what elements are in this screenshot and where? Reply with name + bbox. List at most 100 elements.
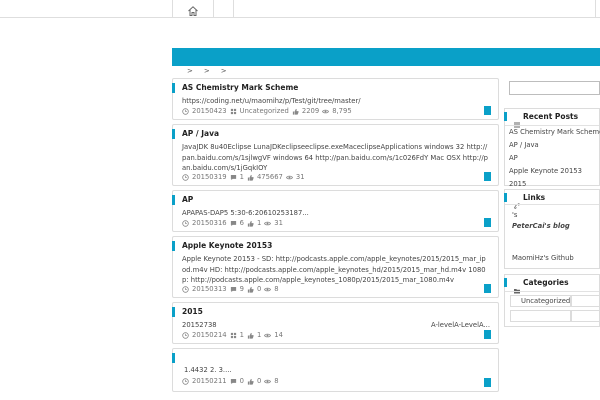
post-meta: 20150319 1 475667 31	[182, 173, 305, 181]
clock-icon	[182, 377, 189, 385]
post-likes: 475667	[256, 173, 283, 181]
nav-divider	[233, 0, 234, 17]
post-title[interactable]: 2015	[182, 307, 203, 316]
post-corner-tab[interactable]	[484, 218, 491, 227]
post-card: Apple Keynote 20153 Apple Keynote 20153 …	[172, 236, 499, 298]
post-views: 8	[274, 377, 279, 385]
breadcrumb-separator: >	[187, 67, 193, 75]
widget-accent-bar	[504, 278, 507, 287]
recent-post-link[interactable]: AP / Java	[509, 141, 539, 149]
category-icon	[230, 108, 237, 115]
breadcrumb: > > >	[187, 66, 227, 76]
top-nav-bar	[0, 0, 600, 18]
post-comments: 1	[239, 173, 244, 181]
post-date: 20150319	[192, 173, 227, 181]
link-item[interactable]: MaomiHz's Github	[512, 254, 574, 262]
recent-post-link[interactable]: AS Chemistry Mark Scheme	[509, 128, 600, 136]
recent-post-link[interactable]: 2015	[509, 180, 526, 188]
post-date: 20150423	[192, 107, 227, 115]
post-date: 20150214	[192, 331, 227, 339]
post-views: 8	[274, 285, 279, 293]
post-meta: 20150214 1 1 14	[182, 331, 283, 339]
category-item[interactable]: Uncategorized	[510, 295, 571, 307]
post-title[interactable]: AS Chemistry Mark Scheme	[182, 83, 298, 92]
link-item[interactable]: PeterCai's blog	[512, 222, 570, 230]
widget-title: Categories	[523, 278, 569, 287]
post-excerpt: 20152738	[182, 321, 217, 329]
recent-posts-list: AS Chemistry Mark Scheme AP / Java AP Ap…	[509, 126, 600, 191]
post-date: 20150211	[192, 377, 227, 385]
thumb-up-icon	[247, 286, 254, 293]
post-accent-bar	[172, 307, 175, 317]
thumb-up-icon	[247, 378, 254, 385]
clock-icon	[182, 331, 189, 339]
category-cell-empty	[510, 310, 571, 322]
clock-icon	[182, 219, 189, 227]
search-input[interactable]	[509, 81, 600, 95]
widget-title: Links	[523, 193, 546, 202]
home-icon[interactable]	[187, 2, 199, 16]
link-icon	[514, 194, 520, 209]
post-comments: 9	[239, 285, 244, 293]
eye-icon	[264, 286, 272, 293]
post-likes: 0	[256, 377, 262, 385]
list-icon	[514, 113, 520, 128]
post-excerpt: https://coding.net/u/maomihz/p/Test/git/…	[182, 97, 361, 105]
post-corner-tab[interactable]	[484, 330, 491, 339]
nav-divider	[213, 0, 214, 17]
links-list: 's PeterCai's blog MaomiHz's Github	[512, 210, 574, 264]
folder-icon	[514, 279, 520, 294]
comment-icon	[230, 286, 237, 293]
comment-icon	[230, 174, 237, 181]
eye-icon	[264, 332, 272, 339]
post-accent-bar	[172, 241, 175, 251]
post-card: AP / Java JavaJDK 8u40Eclipse LunaJDKecl…	[172, 124, 499, 186]
eye-icon	[322, 108, 330, 115]
post-views: 8,795	[332, 107, 352, 115]
eye-icon	[285, 174, 293, 181]
post-likes: 0	[256, 285, 262, 293]
post-title[interactable]: AP / Java	[182, 129, 219, 138]
clock-icon	[182, 173, 189, 181]
breadcrumb-separator: >	[220, 67, 227, 75]
post-card: AP APAPAS-DAP5 5:30-6:20610253187... 201…	[172, 190, 499, 232]
post-card: AS Chemistry Mark Scheme https://coding.…	[172, 78, 499, 120]
post-likes: 1	[256, 219, 262, 227]
post-title[interactable]: Apple Keynote 20153	[182, 241, 272, 250]
post-excerpt: 1.4432 2. 3....	[184, 366, 232, 374]
widget-accent-bar	[504, 112, 507, 121]
post-likes: 2209	[301, 107, 320, 115]
post-title[interactable]: AP	[182, 195, 193, 204]
widget-title: Recent Posts	[523, 112, 579, 121]
post-excerpt: JavaJDK 8u40Eclipse LunaJDKeclipseeclips…	[182, 143, 488, 172]
thumb-up-icon	[247, 220, 254, 227]
post-excerpt: Apple Keynote 20153 - SD: http://podcast…	[182, 255, 486, 284]
widget-divider	[505, 204, 599, 205]
post-card: 1.4432 2. 3.... 20150211 0 0 8	[172, 348, 499, 392]
post-corner-tab[interactable]	[484, 284, 491, 293]
nav-divider	[172, 0, 173, 17]
link-item[interactable]: 's	[512, 211, 517, 219]
widget-divider	[505, 291, 599, 292]
post-date: 20150313	[192, 285, 227, 293]
post-category-link[interactable]: Uncategorized	[240, 107, 289, 115]
post-meta: 20150211 0 0 8	[182, 377, 279, 385]
category-icon	[230, 332, 237, 339]
post-comments: 0	[239, 377, 244, 385]
comment-icon	[230, 220, 237, 227]
post-corner-tab[interactable]	[484, 106, 491, 115]
eye-icon	[264, 378, 272, 385]
recent-post-link[interactable]: Apple Keynote 20153	[509, 167, 582, 175]
post-meta: 20150423 Uncategorized 2209 8,795	[182, 107, 352, 115]
nav-divider	[595, 0, 596, 17]
widget-accent-bar	[504, 193, 507, 202]
category-cell-empty	[571, 310, 600, 322]
links-widget: Links 's PeterCai's blog MaomiHz's Githu…	[504, 189, 600, 269]
post-card: 2015 20152738 A-levelA-LevelA... 2015021…	[172, 302, 499, 344]
post-comments: 1	[239, 331, 244, 339]
post-corner-tab[interactable]	[484, 378, 491, 387]
breadcrumb-separator: >	[203, 67, 210, 75]
post-accent-bar	[172, 129, 175, 139]
post-corner-tab[interactable]	[484, 172, 491, 181]
recent-post-link[interactable]: AP	[509, 154, 518, 162]
